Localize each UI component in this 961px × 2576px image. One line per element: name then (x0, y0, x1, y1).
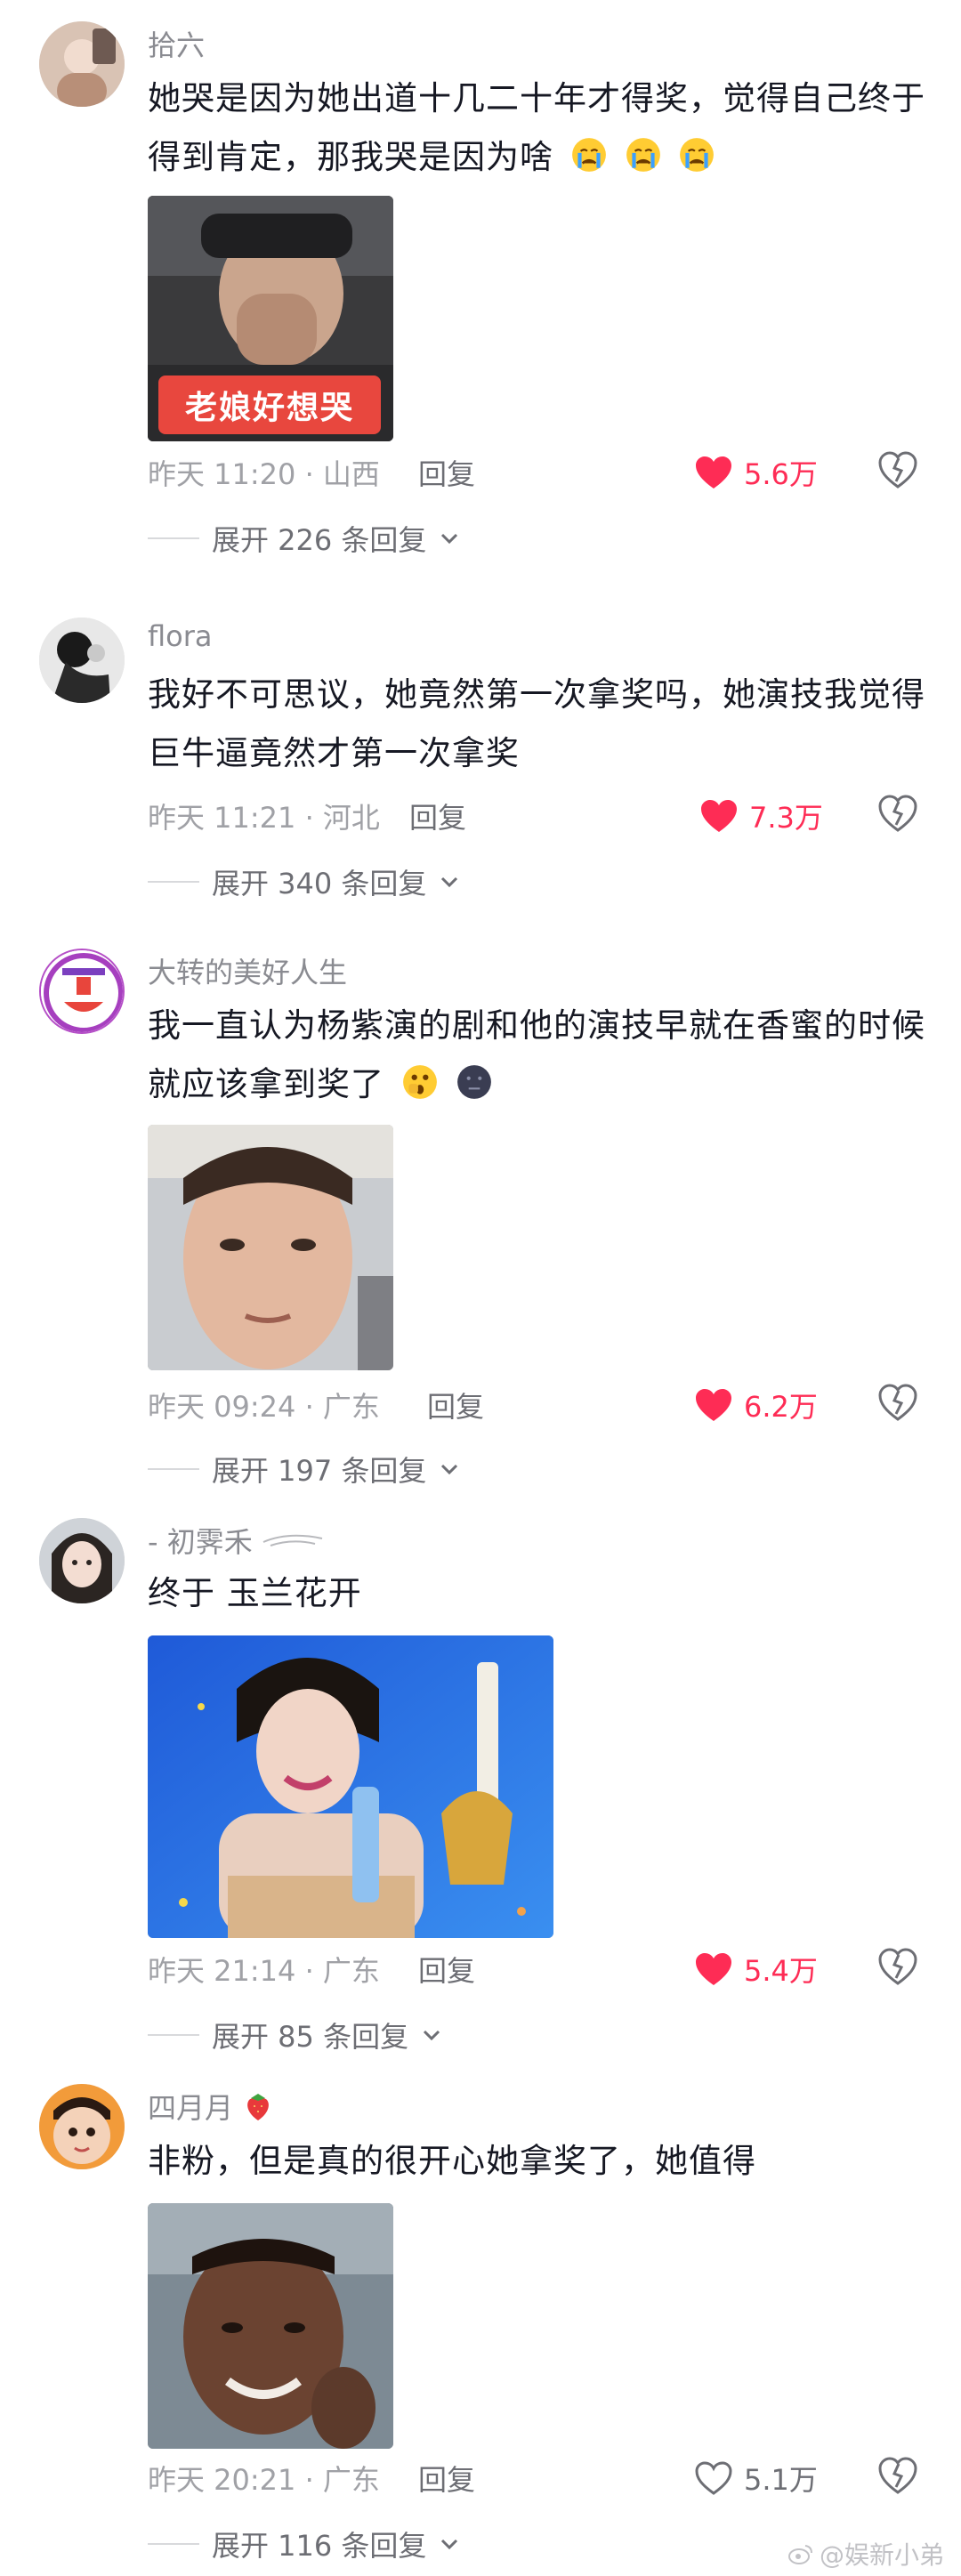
image-caption: 老娘好想哭 (158, 375, 381, 434)
divider-line (148, 1468, 199, 1470)
crying-emoji (626, 138, 660, 172)
like-button[interactable]: 5.6万 (694, 452, 818, 493)
avatar[interactable] (39, 21, 125, 107)
dislike-icon[interactable] (877, 794, 918, 833)
comment-time-location: 昨天 09:24 · 广东 (148, 1390, 380, 1424)
like-button[interactable]: 5.1万 (694, 2458, 818, 2499)
avatar[interactable] (39, 949, 125, 1034)
like-button[interactable]: 6.2万 (694, 1385, 818, 1425)
crying-emoji (571, 138, 606, 172)
reply-button[interactable]: 回复 (418, 1949, 475, 1990)
comment-time-location: 昨天 21:14 · 广东 (148, 1954, 380, 1988)
comment-username[interactable]: 拾六 (148, 23, 205, 64)
expand-replies-button[interactable]: 展开 197 条回复 (148, 1449, 460, 1490)
divider-line (148, 2543, 199, 2545)
expand-replies-button[interactable]: 展开 340 条回复 (148, 861, 460, 902)
like-count: 5.4万 (744, 1954, 818, 1988)
comment-text: 我好不可思议，她竟然第一次拿奖吗，她演技我觉得巨牛逼竟然才第一次拿奖 (148, 675, 925, 772)
like-count: 5.1万 (744, 2463, 818, 2497)
divider-line (148, 2034, 199, 2036)
dark-face-emoji (456, 1065, 491, 1099)
like-count: 7.3万 (749, 801, 823, 835)
heart-outline-icon (695, 2461, 732, 2495)
heart-filled-icon (696, 1953, 731, 1985)
comment-text: 终于 玉兰花开 (148, 1574, 362, 1612)
comment-image[interactable] (148, 1635, 553, 1938)
comment-time-location: 昨天 20:21 · 广东 (148, 2463, 380, 2497)
watermark: @娱新小弟 (787, 2536, 944, 2572)
reply-button[interactable]: 回复 (409, 795, 466, 836)
reply-button[interactable]: 回复 (418, 2458, 475, 2499)
chevron-down-icon (441, 2539, 458, 2550)
chevron-down-icon (424, 2030, 440, 2041)
comment-username[interactable]: 四月月 (148, 2086, 274, 2127)
expand-replies-button[interactable]: 展开 226 条回复 (148, 518, 460, 559)
comment-username[interactable]: - 初霁禾 (148, 1520, 324, 1561)
comment-time-location: 昨天 11:20 · 山西 (148, 457, 380, 491)
divider-line (148, 537, 199, 539)
avatar[interactable] (39, 1518, 125, 1603)
avatar[interactable] (39, 2084, 125, 2169)
heart-filled-icon (696, 1389, 731, 1421)
like-button[interactable]: 7.3万 (699, 795, 823, 836)
reply-button[interactable]: 回复 (418, 452, 475, 493)
comment-text: 她哭是因为她出道十几二十年才得奖，觉得自己终于得到肯定，那我哭是因为啥 (148, 79, 925, 176)
dislike-icon[interactable] (877, 2456, 918, 2495)
expand-replies-button[interactable]: 展开 116 条回复 (148, 2524, 460, 2564)
expand-replies-button[interactable]: 展开 85 条回复 (148, 2015, 442, 2055)
like-count: 6.2万 (744, 1390, 818, 1424)
crying-emoji (680, 138, 715, 172)
comment-text: 非粉，但是真的很开心她拿奖了，她值得 (148, 2142, 756, 2180)
chevron-down-icon (441, 876, 458, 888)
heart-filled-icon (701, 800, 737, 832)
comment-username[interactable]: flora (148, 619, 213, 653)
dislike-icon[interactable] (877, 1383, 918, 1422)
like-count: 5.6万 (744, 457, 818, 491)
shocked-emoji (402, 1065, 437, 1099)
decoration-swoosh-icon (262, 1534, 322, 1546)
comment-username[interactable]: 大转的美好人生 (148, 950, 347, 991)
dislike-icon[interactable] (877, 450, 918, 489)
strawberry-icon (247, 2094, 269, 2120)
comment-image[interactable]: 老娘好想哭 (148, 196, 393, 441)
comment-image[interactable] (148, 2203, 393, 2449)
comment-time-location: 昨天 11:21 · 河北 (148, 801, 380, 835)
avatar[interactable] (39, 618, 125, 703)
heart-filled-icon (696, 456, 731, 489)
chevron-down-icon (441, 1464, 458, 1475)
comment-image[interactable] (148, 1125, 393, 1370)
reply-button[interactable]: 回复 (427, 1385, 484, 1425)
dislike-icon[interactable] (877, 1947, 918, 1986)
chevron-down-icon (441, 533, 458, 545)
divider-line (148, 881, 199, 883)
comment-text: 我一直认为杨紫演的剧和他的演技早就在香蜜的时候就应该拿到奖了 (148, 1006, 925, 1103)
like-button[interactable]: 5.4万 (694, 1949, 818, 1990)
weibo-icon (788, 2545, 812, 2564)
